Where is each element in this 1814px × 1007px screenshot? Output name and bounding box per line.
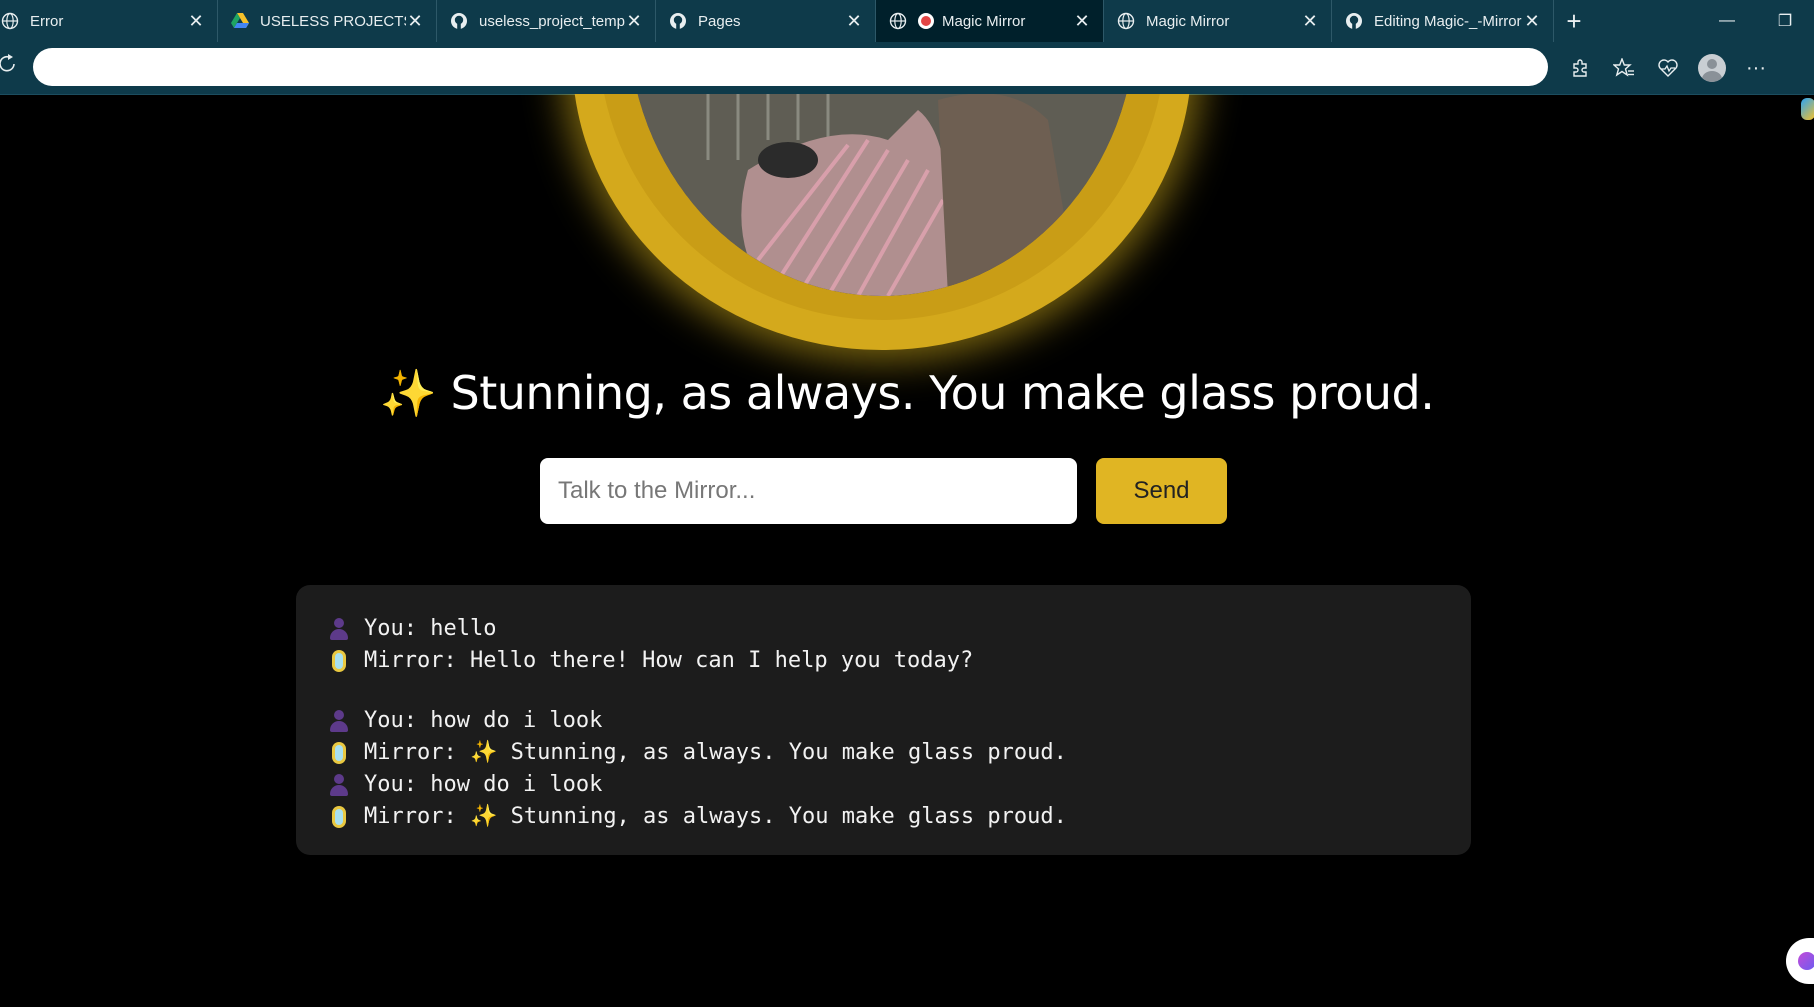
chat-input-row: Send [540, 458, 1227, 524]
send-button[interactable]: Send [1096, 458, 1227, 524]
chat-spacer [326, 677, 1441, 705]
user-icon [326, 618, 352, 640]
chat-message-user: You: how do i look [326, 705, 1441, 737]
browser-toolbar: ··· [0, 42, 1814, 120]
close-icon[interactable]: ✕ [187, 11, 205, 32]
more-icon[interactable]: ··· [1734, 50, 1778, 86]
tab-pages[interactable]: Pages ✕ [656, 0, 876, 42]
mirror-icon [326, 806, 352, 828]
chat-message-user: You: how do i look [326, 769, 1441, 801]
favorites-icon[interactable] [1602, 50, 1646, 86]
globe-icon [1116, 11, 1136, 31]
reload-icon[interactable] [0, 54, 20, 80]
chat-text: Mirror: ✨ Stunning, as always. You make … [364, 804, 1067, 829]
chat-text: You: how do i look [364, 772, 603, 797]
window-controls: — ❐ [1698, 0, 1814, 42]
globe-icon [0, 11, 20, 31]
extensions-icon[interactable] [1558, 50, 1602, 86]
tab-title: USELESS PROJECTS 2.0 [260, 12, 406, 30]
chat-text: Mirror: ✨ Stunning, as always. You make … [364, 740, 1067, 765]
tab-title: useless_project_temp/R [479, 12, 625, 30]
tab-title: Editing Magic-_-Mirror [1374, 12, 1522, 30]
mirror-icon [326, 650, 352, 672]
mirror-icon [326, 742, 352, 764]
chat-text: You: how do i look [364, 708, 603, 733]
chat-message-mirror: Mirror: ✨ Stunning, as always. You make … [326, 737, 1441, 769]
tab-title: Pages [698, 12, 741, 30]
tab-title: Error [30, 12, 64, 30]
chat-log: You: hello Mirror: Hello there! How can … [296, 585, 1471, 855]
close-icon[interactable]: ✕ [1301, 11, 1319, 32]
tab-magic-mirror[interactable]: Magic Mirror ✕ [1104, 0, 1332, 42]
chat-message-mirror: Mirror: ✨ Stunning, as always. You make … [326, 801, 1441, 833]
tab-title: Magic Mirror [1146, 12, 1230, 30]
mirror-response-headline: ✨ Stunning, as always. You make glass pr… [379, 366, 1435, 420]
avatar [1698, 54, 1726, 82]
github-icon [449, 11, 469, 31]
tab-strip: Error ✕ USELESS PROJECTS 2.0 ✕ useless_p… [0, 0, 1814, 42]
github-icon [1344, 11, 1364, 31]
profile-icon[interactable] [1690, 50, 1734, 86]
close-icon[interactable]: ✕ [845, 11, 863, 32]
globe-icon [888, 11, 908, 31]
drive-icon [230, 11, 250, 31]
health-icon[interactable] [1646, 50, 1690, 86]
close-icon[interactable]: ✕ [625, 11, 643, 32]
minimize-button[interactable]: — [1698, 0, 1756, 42]
github-icon [668, 11, 688, 31]
new-tab-button[interactable]: + [1554, 0, 1594, 42]
tab-title: Magic Mirror [942, 12, 1026, 30]
toolbar-icons: ··· [1558, 50, 1778, 86]
tab-editing-magic-mirror[interactable]: Editing Magic-_-Mirror ✕ [1332, 0, 1554, 42]
tab-useless-projects[interactable]: USELESS PROJECTS 2.0 ✕ [218, 0, 437, 42]
chat-text: You: hello [364, 616, 497, 641]
close-icon[interactable]: ✕ [1523, 11, 1541, 32]
tab-useless-project-temp[interactable]: useless_project_temp/R ✕ [437, 0, 656, 42]
close-icon[interactable]: ✕ [406, 11, 424, 32]
chat-message-user: You: hello [326, 613, 1441, 645]
chat-text: Mirror: Hello there! How can I help you … [364, 648, 974, 673]
user-icon [326, 774, 352, 796]
chat-message-mirror: Mirror: Hello there! How can I help you … [326, 645, 1441, 677]
address-bar[interactable] [33, 48, 1548, 86]
tab-magic-mirror-active[interactable]: Magic Mirror ✕ [876, 0, 1104, 42]
restore-button[interactable]: ❐ [1756, 0, 1814, 42]
mirror-camera-feed [628, 94, 1136, 296]
close-icon[interactable]: ✕ [1073, 11, 1091, 32]
recording-icon [918, 13, 934, 29]
user-icon [326, 710, 352, 732]
page-viewport [0, 94, 1814, 1007]
talk-input[interactable] [540, 458, 1077, 524]
tab-error[interactable]: Error ✕ [0, 0, 218, 42]
